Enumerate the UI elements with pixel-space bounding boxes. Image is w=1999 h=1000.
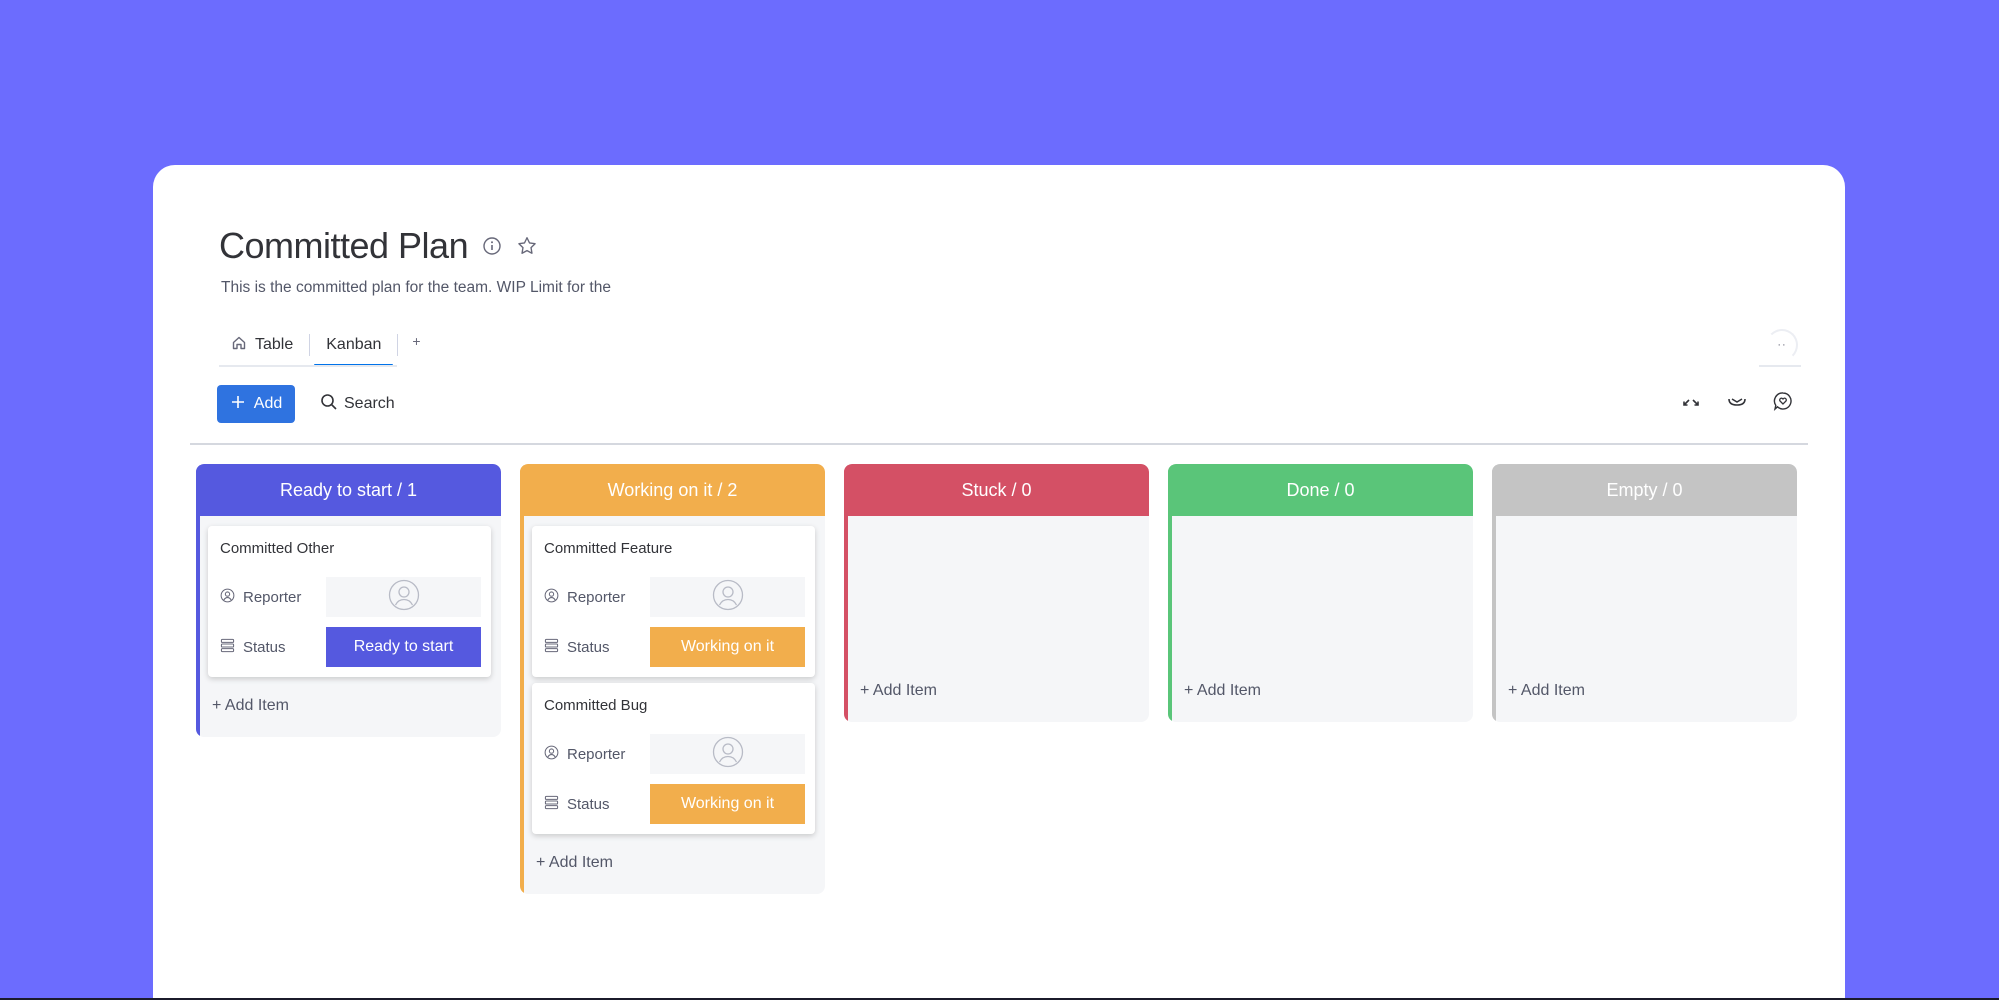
tab-separator <box>309 334 311 356</box>
card-title: Committed Bug <box>544 697 648 714</box>
add-view-button[interactable]: + <box>402 333 430 349</box>
kanban-column-empty: Empty / 0 + Add Item <box>1492 464 1797 722</box>
tab-table-label: Table <box>255 336 294 353</box>
tab-separator <box>397 334 399 356</box>
add-item-button[interactable]: + Add Item <box>1180 668 1463 712</box>
card-title: Committed Other <box>220 540 335 557</box>
status-field: Status Ready to start <box>220 627 481 667</box>
kanban-column-working: Working on it / 2 Committed Feature Repo… <box>520 464 825 894</box>
kanban-column-done: Done / 0 + Add Item <box>1168 464 1473 722</box>
column-header[interactable]: Done / 0 <box>1168 464 1473 516</box>
person-icon <box>544 588 559 607</box>
home-icon <box>231 335 247 356</box>
kanban-card[interactable]: Committed Bug Reporter Status Working on… <box>532 683 815 834</box>
status-badge[interactable]: Working on it <box>650 784 805 824</box>
add-button[interactable]: Add <box>217 385 295 423</box>
column-body: + Add Item <box>1168 516 1473 722</box>
reporter-value[interactable] <box>650 734 805 774</box>
toolbar-divider <box>190 443 1808 445</box>
info-circle-icon[interactable] <box>482 236 502 256</box>
tab-table[interactable]: Table <box>219 325 305 365</box>
star-outline-icon[interactable] <box>516 235 538 257</box>
more-options-button[interactable]: ·· <box>1766 329 1798 361</box>
kanban-column-stuck: Stuck / 0 + Add Item <box>844 464 1149 722</box>
status-badge[interactable]: Working on it <box>650 627 805 667</box>
reporter-value[interactable] <box>326 577 481 617</box>
reporter-label: Reporter <box>567 588 626 606</box>
status-badge[interactable]: Ready to start <box>326 627 481 667</box>
board-description: This is the committed plan for the team.… <box>221 279 611 296</box>
person-icon <box>220 588 235 607</box>
card-title: Committed Feature <box>544 540 673 557</box>
kanban-card[interactable]: Committed Other Reporter Status Ready to… <box>208 526 491 677</box>
empty-drop-area <box>1180 526 1463 668</box>
kanban-card[interactable]: Committed Feature Reporter Status Workin… <box>532 526 815 677</box>
status-field: Status Working on it <box>544 627 805 667</box>
column-header[interactable]: Stuck / 0 <box>844 464 1149 516</box>
add-item-button[interactable]: + Add Item <box>1504 668 1787 712</box>
tab-kanban-label: Kanban <box>326 336 382 353</box>
empty-drop-area <box>856 526 1139 668</box>
search-button-label: Search <box>344 395 395 412</box>
status-column-icon <box>544 638 559 657</box>
reporter-label: Reporter <box>567 745 626 763</box>
status-field: Status Working on it <box>544 784 805 824</box>
plus-icon <box>230 394 246 415</box>
reporter-value[interactable] <box>650 577 805 617</box>
title-row: Committed Plan <box>219 225 538 267</box>
reporter-field: Reporter <box>220 577 481 617</box>
feedback-heart-icon[interactable] <box>1771 389 1795 413</box>
column-body: Committed Other Reporter Status Ready to… <box>196 516 501 737</box>
status-label: Status <box>243 638 286 656</box>
add-item-button[interactable]: + Add Item <box>532 840 815 884</box>
status-column-icon <box>544 795 559 814</box>
column-header[interactable]: Working on it / 2 <box>520 464 825 516</box>
column-header[interactable]: Empty / 0 <box>1492 464 1797 516</box>
tabs-underline <box>219 365 397 367</box>
more-underline <box>1759 365 1801 367</box>
column-body: + Add Item <box>844 516 1149 722</box>
kanban-column-ready: Ready to start / 1 Committed Other Repor… <box>196 464 501 737</box>
person-icon <box>544 745 559 764</box>
add-item-button[interactable]: + Add Item <box>856 668 1139 712</box>
avatar-placeholder-icon <box>712 736 744 773</box>
integrations-icon[interactable] <box>1725 389 1749 413</box>
toolbar-icons <box>1679 389 1795 413</box>
avatar-placeholder-icon <box>712 579 744 616</box>
collapse-arrows-icon[interactable] <box>1679 389 1703 413</box>
status-label: Status <box>567 638 610 656</box>
reporter-label: Reporter <box>243 588 302 606</box>
search-button[interactable]: Search <box>320 387 395 421</box>
view-tabs: Table Kanban + <box>219 325 431 367</box>
empty-drop-area <box>1504 526 1787 668</box>
status-column-icon <box>220 638 235 657</box>
tab-kanban[interactable]: Kanban <box>314 325 394 367</box>
board-panel: Committed Plan This is the committed pla… <box>153 165 1845 998</box>
avatar-placeholder-icon <box>388 579 420 616</box>
reporter-field: Reporter <box>544 577 805 617</box>
add-button-label: Add <box>253 395 283 412</box>
kanban-board: Ready to start / 1 Committed Other Repor… <box>196 464 1797 894</box>
column-header[interactable]: Ready to start / 1 <box>196 464 501 516</box>
status-label: Status <box>567 795 610 813</box>
search-icon <box>320 393 338 416</box>
page-title: Committed Plan <box>219 225 469 266</box>
column-body: + Add Item <box>1492 516 1797 722</box>
reporter-field: Reporter <box>544 734 805 774</box>
add-item-button[interactable]: + Add Item <box>208 683 491 727</box>
column-body: Committed Feature Reporter Status Workin… <box>520 516 825 894</box>
